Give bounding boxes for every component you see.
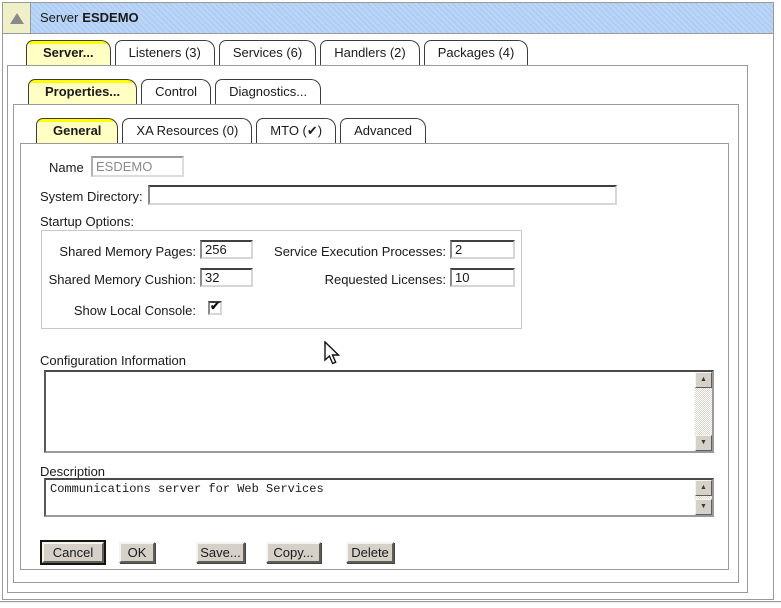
page-bottom-rule bbox=[0, 601, 781, 603]
page-title: Server ESDEMO bbox=[31, 3, 773, 33]
system-directory-label: System Directory: bbox=[40, 189, 143, 204]
requested-licenses-input[interactable] bbox=[450, 268, 515, 287]
es-admin-page: Server ESDEMO Server... Listeners (3) Ser… bbox=[0, 0, 781, 608]
server-panel: Properties... Control Diagnostics... Gen… bbox=[7, 65, 748, 593]
general-panel: Name System Directory: Startup Options: … bbox=[20, 143, 729, 570]
properties-panel: General XA Resources (0) MTO (✔) Advance… bbox=[13, 104, 739, 583]
tab-listeners[interactable]: Listeners (3) bbox=[115, 40, 215, 65]
tab-services[interactable]: Services (6) bbox=[219, 40, 316, 65]
button-row: Cancel OK Save... Copy... Delete bbox=[21, 542, 728, 568]
tab-xa-resources[interactable]: XA Resources (0) bbox=[122, 118, 252, 143]
requested-licenses-label: Requested Licenses: bbox=[202, 272, 446, 287]
configuration-information-textarea[interactable]: ▲ ▼ bbox=[44, 370, 714, 453]
warning-triangle-icon bbox=[10, 13, 24, 24]
warning-icon-box bbox=[3, 3, 31, 33]
tab-mto[interactable]: MTO (✔) bbox=[256, 118, 336, 143]
show-local-console-label: Show Local Console: bbox=[42, 303, 196, 318]
service-execution-processes-input[interactable] bbox=[450, 240, 515, 259]
name-label: Name bbox=[49, 160, 84, 175]
scroll-down-icon[interactable]: ▼ bbox=[695, 435, 712, 451]
description-scrollbar[interactable]: ▲ ▼ bbox=[695, 480, 712, 515]
title-server-name: ESDEMO bbox=[82, 10, 138, 25]
check-icon: ✔ bbox=[210, 299, 220, 313]
startup-options-group: Shared Memory Pages: Service Execution P… bbox=[41, 230, 522, 329]
description-label: Description bbox=[40, 464, 105, 479]
description-textarea[interactable]: Communications server for Web Services ▲… bbox=[44, 478, 714, 517]
tab-handlers[interactable]: Handlers (2) bbox=[320, 40, 420, 65]
configuration-information-label: Configuration Information bbox=[40, 353, 186, 368]
tab-packages[interactable]: Packages (4) bbox=[424, 40, 529, 65]
title-prefix: Server bbox=[40, 10, 78, 25]
ok-button[interactable]: OK bbox=[119, 542, 155, 563]
description-text: Communications server for Web Services bbox=[46, 480, 712, 496]
config-scrollbar[interactable]: ▲ ▼ bbox=[695, 372, 712, 451]
name-input[interactable] bbox=[91, 156, 184, 177]
delete-button[interactable]: Delete bbox=[346, 542, 394, 563]
service-execution-processes-label: Service Execution Processes: bbox=[202, 244, 446, 259]
startup-options-label: Startup Options: bbox=[40, 214, 134, 229]
tab-general[interactable]: General bbox=[36, 118, 118, 143]
tab-diagnostics[interactable]: Diagnostics... bbox=[215, 79, 321, 104]
tab-control[interactable]: Control bbox=[141, 79, 211, 104]
title-bar: Server ESDEMO bbox=[3, 3, 773, 34]
copy-button[interactable]: Copy... bbox=[266, 542, 321, 563]
tab-server[interactable]: Server... bbox=[26, 40, 111, 65]
scroll-up-icon[interactable]: ▲ bbox=[695, 372, 712, 388]
scroll-down-icon[interactable]: ▼ bbox=[695, 499, 712, 515]
tab-advanced[interactable]: Advanced bbox=[340, 118, 426, 143]
mouse-cursor-icon bbox=[324, 341, 346, 367]
level1-tabs: Server... Listeners (3) Services (6) Han… bbox=[26, 40, 773, 65]
shared-memory-pages-label: Shared Memory Pages: bbox=[42, 244, 196, 259]
level2-tabs: Properties... Control Diagnostics... bbox=[28, 79, 747, 104]
scroll-up-icon[interactable]: ▲ bbox=[695, 480, 712, 496]
cancel-button[interactable]: Cancel bbox=[42, 542, 104, 563]
show-local-console-checkbox[interactable]: ✔ bbox=[208, 301, 222, 315]
server-window-frame: Server ESDEMO Server... Listeners (3) Ser… bbox=[2, 2, 774, 600]
tab-properties[interactable]: Properties... bbox=[28, 79, 137, 104]
level3-tabs: General XA Resources (0) MTO (✔) Advance… bbox=[36, 118, 738, 143]
save-button[interactable]: Save... bbox=[196, 542, 245, 563]
system-directory-input[interactable] bbox=[148, 185, 617, 205]
shared-memory-cushion-label: Shared Memory Cushion: bbox=[42, 272, 196, 287]
configuration-information-text bbox=[46, 372, 712, 374]
